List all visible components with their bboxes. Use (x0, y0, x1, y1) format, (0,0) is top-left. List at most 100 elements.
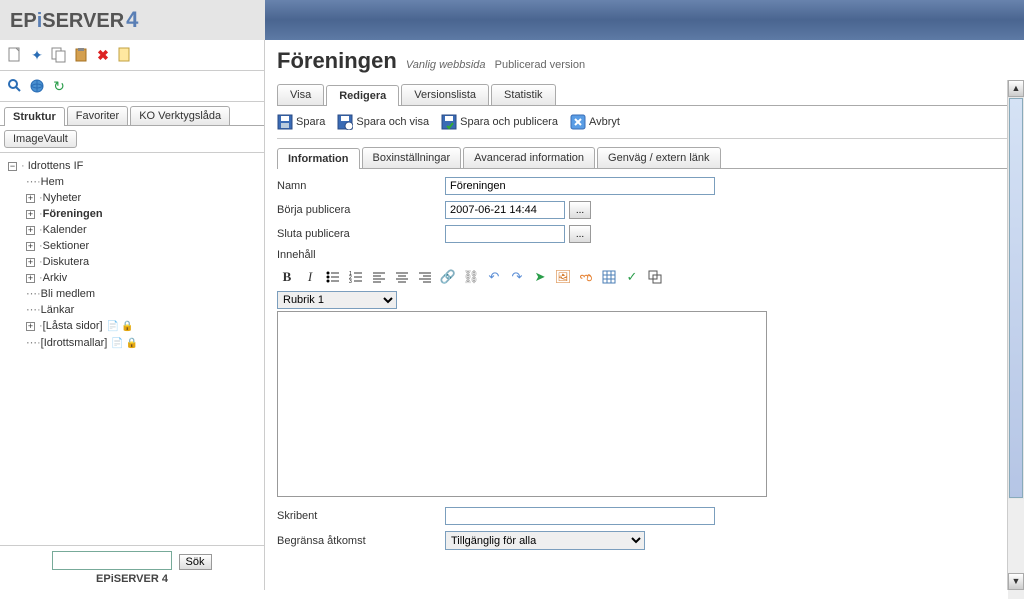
tab-avancerad[interactable]: Avancerad information (463, 147, 595, 168)
header-logo-area: EPiSERVER4 (0, 0, 265, 40)
tree-item-diskutera[interactable]: Diskutera (43, 256, 89, 268)
tab-ko-verktygslada[interactable]: KO Verktygslåda (130, 106, 230, 125)
tree-toggle[interactable]: + (26, 258, 35, 267)
tab-versionslista[interactable]: Versionslista (401, 84, 489, 105)
page-title-row: Föreningen Vanlig webbsida Publicerad ve… (277, 48, 1012, 74)
copy-icon[interactable] (49, 45, 69, 65)
stop-pub-label: Sluta publicera (277, 228, 445, 240)
cancel-icon (570, 114, 586, 130)
page-title: Föreningen (277, 48, 397, 73)
tab-genvag[interactable]: Genväg / extern länk (597, 147, 721, 168)
logo: EPiSERVER4 (10, 7, 138, 33)
cancel-button[interactable]: Avbryt (570, 114, 620, 130)
fullscreen-icon[interactable] (645, 267, 665, 287)
access-label: Begränsa åtkomst (277, 535, 445, 547)
bullet-list-icon[interactable] (323, 267, 343, 287)
delete-icon[interactable]: ✖ (93, 45, 113, 65)
numbered-list-icon[interactable]: 123 (346, 267, 366, 287)
tree-toggle-root[interactable]: − (8, 162, 17, 171)
sidebar-toolbar-2: ↻ (0, 71, 264, 102)
tab-struktur[interactable]: Struktur (4, 107, 65, 126)
sidebar: ✦ ✖ ↻ (0, 40, 265, 590)
paste-icon[interactable] (71, 45, 91, 65)
main-content: Föreningen Vanlig webbsida Publicerad ve… (265, 40, 1024, 590)
scroll-up-arrow[interactable]: ▲ (1008, 80, 1024, 97)
globe-icon[interactable] (27, 76, 47, 96)
access-select[interactable]: Tillgänglig för alla (445, 531, 645, 550)
check-icon[interactable]: ✓ (622, 267, 642, 287)
subtab-imagevault[interactable]: ImageVault (4, 130, 77, 148)
save-view-button[interactable]: Spara och visa (337, 114, 429, 130)
tree-toggle[interactable]: + (26, 226, 35, 235)
redo-icon[interactable]: ↷ (507, 267, 527, 287)
save-publish-button[interactable]: Spara och publicera (441, 114, 558, 130)
stop-pub-picker[interactable]: ... (569, 225, 591, 243)
sidebar-footer: Sök EPiSERVER 4 (0, 545, 264, 590)
header-gradient (265, 0, 1024, 40)
tab-boxinstallningar[interactable]: Boxinställningar (362, 147, 462, 168)
tab-visa[interactable]: Visa (277, 84, 324, 105)
tab-redigera[interactable]: Redigera (326, 85, 399, 106)
align-right-icon[interactable] (415, 267, 435, 287)
image-icon[interactable]: 🖼 (553, 267, 573, 287)
name-input[interactable] (445, 177, 715, 195)
tree-item-blimedlem[interactable]: Bli medlem (41, 288, 95, 300)
tab-favoriter[interactable]: Favoriter (67, 106, 128, 125)
content-tabs: Information Boxinställningar Avancerad i… (277, 147, 1012, 169)
save-publish-label: Spara och publicera (460, 116, 558, 128)
tree-item-lasta-sidor[interactable]: [Låsta sidor] (43, 320, 103, 332)
tree-item-sektioner[interactable]: Sektioner (43, 240, 89, 252)
page-icon: 📄 (111, 338, 123, 349)
tree-toggle[interactable]: + (26, 194, 35, 203)
sidebar-tabs: Struktur Favoriter KO Verktygslåda (0, 102, 264, 126)
align-center-icon[interactable] (392, 267, 412, 287)
table-icon[interactable] (599, 267, 619, 287)
unlink-icon[interactable]: ⛓ (461, 267, 481, 287)
heading-select[interactable]: Rubrik 1 (277, 291, 397, 309)
search-button[interactable]: Sök (179, 554, 212, 570)
italic-icon[interactable]: I (300, 267, 320, 287)
author-label: Skribent (277, 510, 445, 522)
save-button[interactable]: Spara (277, 114, 325, 130)
cursor-icon[interactable]: ➤ (530, 267, 550, 287)
tree-toggle[interactable]: + (26, 210, 35, 219)
scroll-down-arrow[interactable]: ▼ (1008, 573, 1024, 590)
lock-icon: 🔒 (126, 338, 138, 349)
search-input[interactable] (52, 551, 172, 570)
undo-icon[interactable]: ↶ (484, 267, 504, 287)
tree-toggle[interactable]: + (26, 242, 35, 251)
start-pub-input[interactable] (445, 201, 565, 219)
tab-statistik[interactable]: Statistik (491, 84, 556, 105)
tree-toggle[interactable]: + (26, 274, 35, 283)
start-pub-picker[interactable]: ... (569, 201, 591, 219)
save-icon (277, 114, 293, 130)
scroll-thumb[interactable] (1009, 98, 1023, 498)
refresh-icon[interactable]: ↻ (49, 76, 69, 96)
tree-toggle[interactable]: + (26, 322, 35, 331)
special-icon[interactable]: ಌ (576, 267, 596, 287)
tab-information[interactable]: Information (277, 148, 360, 169)
author-input[interactable] (445, 507, 715, 525)
svg-text:3: 3 (349, 279, 352, 284)
tree-item-foreningen[interactable]: Föreningen (43, 208, 103, 220)
tree-item-hem[interactable]: Hem (41, 176, 64, 188)
tree-item-arkiv[interactable]: Arkiv (43, 272, 67, 284)
link-icon[interactable]: 🔗 (438, 267, 458, 287)
new-page-icon[interactable] (5, 45, 25, 65)
stop-pub-input[interactable] (445, 225, 565, 243)
main-tabs: Visa Redigera Versionslista Statistik (277, 84, 1012, 106)
bold-icon[interactable]: B (277, 267, 297, 287)
tree-root[interactable]: Idrottens IF (28, 160, 84, 172)
editor-textarea[interactable] (277, 311, 767, 497)
tree-item-idrottsmallar[interactable]: [Idrottsmallar] (41, 337, 108, 349)
tree-item-lankar[interactable]: Länkar (41, 304, 75, 316)
lock-icon: 🔒 (121, 321, 133, 332)
search-tree-icon[interactable] (5, 76, 25, 96)
align-left-icon[interactable] (369, 267, 389, 287)
properties-icon[interactable] (115, 45, 135, 65)
vertical-scrollbar[interactable]: ▲ ▼ (1007, 80, 1024, 590)
tree-item-nyheter[interactable]: Nyheter (43, 192, 82, 204)
page-icon: 📄 (107, 321, 119, 332)
tree-item-kalender[interactable]: Kalender (43, 224, 87, 236)
link-icon[interactable]: ✦ (27, 45, 47, 65)
